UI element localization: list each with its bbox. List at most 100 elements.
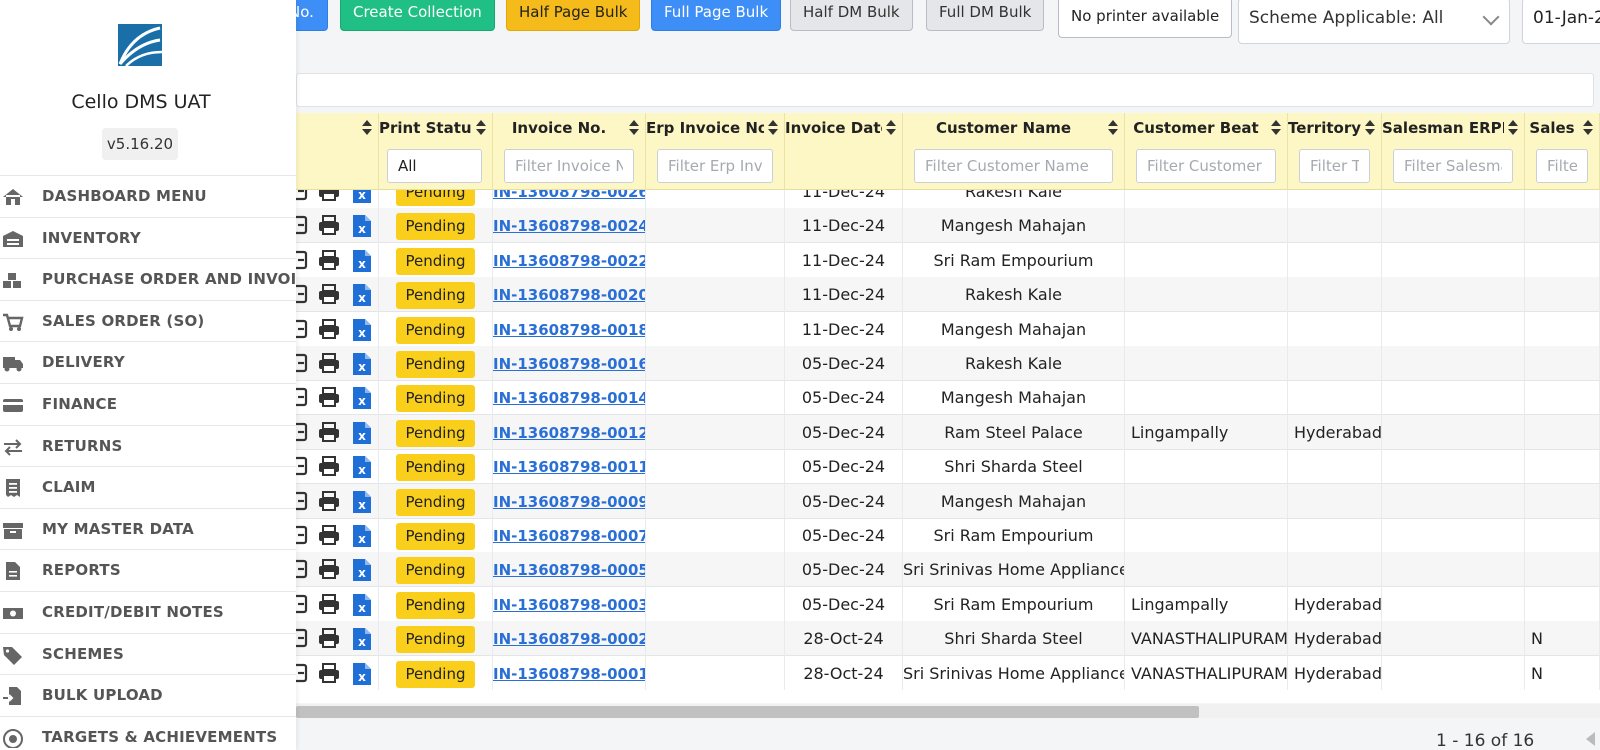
excel-export-icon[interactable]: x <box>352 352 372 376</box>
print-icon[interactable] <box>318 190 340 202</box>
view-icon[interactable] <box>296 593 308 615</box>
excel-export-icon[interactable]: x <box>352 490 372 514</box>
excel-export-icon[interactable]: x <box>352 593 372 617</box>
invoice-link[interactable]: IN-13608798-0022 <box>493 252 645 270</box>
sidebar-item-returns[interactable]: RETURNS <box>0 424 296 467</box>
excel-export-icon[interactable]: x <box>352 318 372 342</box>
sidebar-item-reports[interactable]: REPORTS <box>0 549 296 591</box>
invoice-link[interactable]: IN-13608798-0007 <box>493 527 645 545</box>
sort-icon[interactable] <box>362 119 372 137</box>
half-page-bulk-button[interactable]: Half Page Bulk <box>506 0 641 31</box>
horizontal-scrollbar[interactable] <box>296 704 1600 718</box>
filter-input-invoice_no[interactable] <box>504 149 634 183</box>
sidebar-item-inventory[interactable]: INVENTORY <box>0 216 296 259</box>
invoice-link[interactable]: IN-13608798-0003 <box>493 596 645 614</box>
scrollbar-thumb[interactable] <box>296 706 1199 718</box>
sort-icon[interactable] <box>1108 119 1118 137</box>
create-collection-button[interactable]: Create Collection <box>340 0 495 31</box>
print-icon[interactable] <box>318 455 340 477</box>
view-icon[interactable] <box>296 352 308 374</box>
excel-export-icon[interactable]: x <box>352 283 372 307</box>
filter-input-salesman_erpid[interactable] <box>1393 149 1513 183</box>
full-page-bulk-button[interactable]: Full Page Bulk <box>651 0 782 31</box>
print-icon[interactable] <box>318 662 340 684</box>
sidebar-item-bulk-upload[interactable]: BULK UPLOAD <box>0 674 296 716</box>
filter-input-customer_name[interactable] <box>914 149 1113 183</box>
excel-export-icon[interactable]: x <box>352 662 372 686</box>
excel-export-icon[interactable]: x <box>352 190 372 204</box>
print-icon[interactable] <box>318 318 340 340</box>
excel-export-icon[interactable]: x <box>352 627 372 651</box>
print-icon[interactable] <box>318 490 340 512</box>
sort-icon[interactable] <box>1583 119 1593 137</box>
sort-icon[interactable] <box>1508 119 1518 137</box>
invoice-link[interactable]: IN-13608798-0018 <box>493 321 645 339</box>
print-icon[interactable] <box>318 593 340 615</box>
print-icon[interactable] <box>318 421 340 443</box>
prev-page-icon[interactable] <box>1586 732 1595 746</box>
invoice-link[interactable]: IN-13608798-0016 <box>493 355 645 373</box>
print-icon[interactable] <box>318 558 340 580</box>
invoice-link[interactable]: IN-13608798-0001 <box>493 665 645 683</box>
view-icon[interactable] <box>296 421 308 443</box>
invoice-link[interactable]: IN-13608798-0009 <box>493 493 645 511</box>
invoice-link[interactable]: IN-13608798-0011 <box>493 458 645 476</box>
sidebar-item-credit-debit-notes[interactable]: CREDIT/DEBIT NOTES <box>0 591 296 633</box>
filter-input-print_status[interactable] <box>387 149 482 183</box>
sidebar-item-my-master-data[interactable]: MY MASTER DATA <box>0 507 296 550</box>
print-icon[interactable] <box>318 214 340 236</box>
print-icon[interactable] <box>318 627 340 649</box>
excel-export-icon[interactable]: x <box>352 249 372 273</box>
date-filter-input[interactable]: 01-Jan-2 <box>1522 0 1600 44</box>
filter-input-territory[interactable] <box>1299 149 1370 183</box>
sidebar-item-delivery[interactable]: DELIVERY <box>0 341 296 383</box>
sidebar-item-purchase-order-and-invoice[interactable]: PURCHASE ORDER AND INVOICE <box>0 258 296 300</box>
sort-icon[interactable] <box>1271 119 1281 137</box>
view-icon[interactable] <box>296 455 308 477</box>
sort-icon[interactable] <box>886 119 896 137</box>
sidebar-item-finance[interactable]: FINANCE <box>0 383 296 425</box>
excel-export-icon[interactable]: x <box>352 455 372 479</box>
global-search-bar[interactable] <box>296 73 1594 107</box>
full-dm-bulk-button[interactable]: Full DM Bulk <box>926 0 1045 31</box>
excel-export-icon[interactable]: x <box>352 558 372 582</box>
view-icon[interactable] <box>296 490 308 512</box>
view-icon[interactable] <box>296 283 308 305</box>
printer-status-button[interactable]: No printer available <box>1058 0 1233 38</box>
print-icon[interactable] <box>318 249 340 271</box>
view-icon[interactable] <box>296 214 308 236</box>
sidebar-item-sales-order-so[interactable]: SALES ORDER (SO) <box>0 299 296 342</box>
print-icon[interactable] <box>318 524 340 546</box>
sidebar-item-schemes[interactable]: SCHEMES <box>0 632 296 675</box>
sort-icon[interactable] <box>476 119 486 137</box>
half-dm-bulk-button[interactable]: Half DM Bulk <box>790 0 913 31</box>
view-icon[interactable] <box>296 627 308 649</box>
sidebar-item-dashboard-menu[interactable]: DASHBOARD MENU <box>0 175 296 217</box>
invoice-link[interactable]: IN-13608798-0024 <box>493 217 645 235</box>
sidebar-item-targets-achievements[interactable]: TARGETS & ACHIEVEMENTS <box>0 715 296 750</box>
excel-export-icon[interactable]: x <box>352 214 372 238</box>
excel-export-icon[interactable]: x <box>352 524 372 548</box>
invoice-link[interactable]: IN-13608798-0014 <box>493 389 645 407</box>
view-icon[interactable] <box>296 249 308 271</box>
invoice-link[interactable]: IN-13608798-0020 <box>493 286 645 304</box>
filter-input-erp_invoice_no[interactable] <box>657 149 773 183</box>
view-icon[interactable] <box>296 318 308 340</box>
sidebar-item-claim[interactable]: CLAIM <box>0 466 296 508</box>
scheme-applicable-select[interactable]: Scheme Applicable: All <box>1238 0 1510 44</box>
filter-input-salesman[interactable] <box>1536 149 1588 183</box>
print-icon[interactable] <box>318 352 340 374</box>
view-icon[interactable] <box>296 190 308 202</box>
view-icon[interactable] <box>296 558 308 580</box>
filter-input-customer_beat[interactable] <box>1136 149 1276 183</box>
excel-export-icon[interactable]: x <box>352 421 372 445</box>
invoice-link[interactable]: IN-13608798-0012 <box>493 424 645 442</box>
print-icon[interactable] <box>318 283 340 305</box>
sort-icon[interactable] <box>629 119 639 137</box>
invoice-link[interactable]: IN-13608798-0005 <box>493 561 645 579</box>
invoice-link[interactable]: IN-13608798-0002 <box>493 630 645 648</box>
invoice-link[interactable]: IN-13608798-0026 <box>493 190 645 201</box>
sort-icon[interactable] <box>768 119 778 137</box>
view-icon[interactable] <box>296 386 308 408</box>
sort-icon[interactable] <box>1365 119 1375 137</box>
